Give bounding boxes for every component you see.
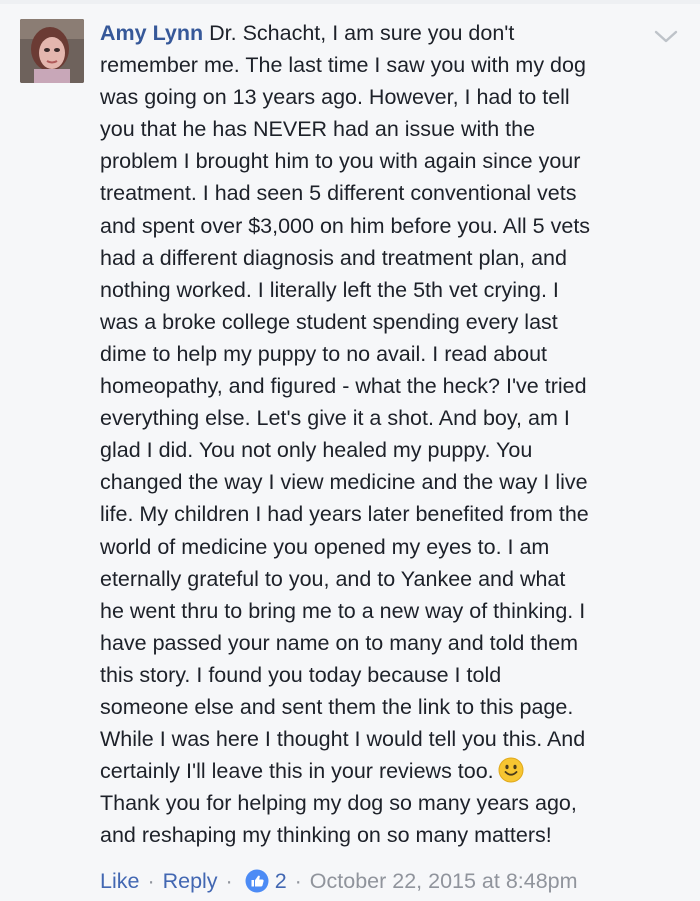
comment-line: Amy Lynn Dr. Schacht, I am sure you don'…: [100, 17, 660, 49]
comment-line: homeopathy, and figured - what the heck?…: [100, 374, 587, 399]
comment-line: was a broke college student spending eve…: [100, 309, 558, 334]
comment-line: While I was here I thought I would tell …: [100, 727, 586, 752]
comment-line: life. My children I had years later bene…: [100, 502, 589, 527]
comment-line: glad I did. You not only healed my puppy…: [100, 438, 533, 463]
author-name-link[interactable]: Amy Lynn: [100, 21, 203, 45]
comment-line: and spent over $3,000 on him before you.…: [100, 213, 591, 238]
avatar-image: [20, 19, 84, 83]
comment-line: nothing worked. I literally left the 5th…: [100, 277, 559, 302]
comment-line: world of medicine you opened my eyes to.…: [100, 534, 550, 559]
comment-body: Amy Lynn Dr. Schacht, I am sure you don'…: [100, 17, 660, 851]
reaction-count: 2: [274, 869, 287, 893]
comment-line: certainly I'll leave this in your review…: [100, 755, 660, 787]
reactions-button[interactable]: 2: [241, 869, 287, 893]
comment-line: eternally grateful to you, and to Yankee…: [100, 566, 566, 591]
avatar[interactable]: [20, 19, 84, 83]
comment-line: have passed your name on to many and tol…: [100, 630, 579, 655]
comment-line: changed the way I view medicine and the …: [100, 470, 588, 495]
comment-line: problem I brought him to you with again …: [100, 149, 581, 174]
comment-line: remember me. The last time I saw you wit…: [100, 53, 586, 78]
comment-line: you that he has NEVER had an issue with …: [100, 117, 536, 142]
comment-line: someone else and sent them the link to t…: [100, 694, 574, 719]
separator: ·: [147, 869, 155, 893]
like-button[interactable]: Like: [100, 869, 139, 893]
comment-actions: Like · Reply · 2 · October 22, 2015 at 8…: [100, 866, 578, 896]
comment-line: and reshaping my thinking on so many mat…: [100, 823, 552, 848]
comment-line: dime to help my puppy to no avail. I rea…: [100, 341, 547, 366]
comment-text: certainly I'll leave this in your review…: [100, 759, 494, 784]
comment-line: he went thru to bring me to a new way of…: [100, 598, 586, 623]
comment-line: Thank you for helping my dog so many yea…: [100, 791, 577, 816]
top-divider: [0, 0, 700, 4]
comment-line: was going on 13 years ago. However, I ha…: [100, 85, 570, 110]
comment-timestamp[interactable]: October 22, 2015 at 8:48pm: [310, 869, 578, 893]
smile-emoji-icon: [498, 757, 524, 783]
comment-text: Dr. Schacht, I am sure you don't: [209, 21, 515, 45]
separator: ·: [294, 869, 302, 893]
comment-line: treatment. I had seen 5 different conven…: [100, 181, 577, 206]
like-thumb-icon: [245, 869, 269, 893]
separator: ·: [225, 869, 233, 893]
comment-line: everything else. Let's give it a shot. A…: [100, 406, 570, 431]
comment-line: had a different diagnosis and treatment …: [100, 245, 567, 270]
comment-line: this story. I found you today because I …: [100, 662, 502, 687]
reply-button[interactable]: Reply: [163, 869, 218, 893]
